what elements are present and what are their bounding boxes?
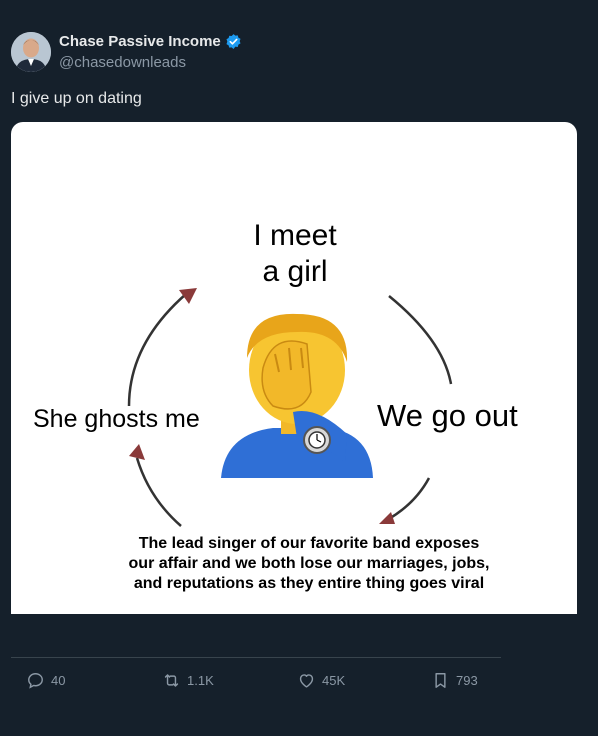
bookmark-button[interactable]: 793	[431, 671, 478, 690]
like-count: 45K	[322, 673, 346, 688]
tweet-text: I give up on dating	[11, 90, 142, 107]
cycle-arrow-top-left	[127, 288, 197, 407]
bookmark-count: 793	[456, 673, 478, 688]
author-handle[interactable]: @chasedownleads	[59, 54, 186, 71]
cycle-arrow-top-right	[388, 295, 453, 385]
reply-button[interactable]: 40	[26, 671, 65, 690]
meme-label-right: We go out	[377, 398, 518, 433]
reply-icon	[28, 673, 43, 689]
retweet-icon	[164, 674, 179, 687]
bookmark-icon	[435, 673, 446, 688]
verified-badge-icon	[225, 33, 242, 50]
action-bar-divider	[11, 657, 501, 658]
retweet-button[interactable]: 1.1K	[162, 671, 214, 690]
retweet-count: 1.1K	[187, 673, 214, 688]
meme-label-bottom: The lead singer of our favorite band exp…	[128, 535, 490, 592]
reply-count: 40	[51, 673, 66, 688]
cycle-arrow-bottom-left	[129, 444, 182, 527]
like-button[interactable]: 45K	[297, 671, 345, 690]
meme-label-top: I meet a girl	[253, 219, 337, 288]
meme-label-left: She ghosts me	[33, 405, 200, 433]
avatar[interactable]	[11, 32, 51, 72]
cycle-arrow-bottom-right	[379, 477, 431, 524]
tweet-media[interactable]: I meet a girl We go out She ghosts me Th…	[11, 122, 577, 614]
author-name-row: Chase Passive Income	[59, 33, 242, 50]
display-name[interactable]: Chase Passive Income	[59, 33, 221, 50]
facepalm-emoji-icon	[221, 313, 373, 478]
heart-icon	[299, 674, 314, 688]
